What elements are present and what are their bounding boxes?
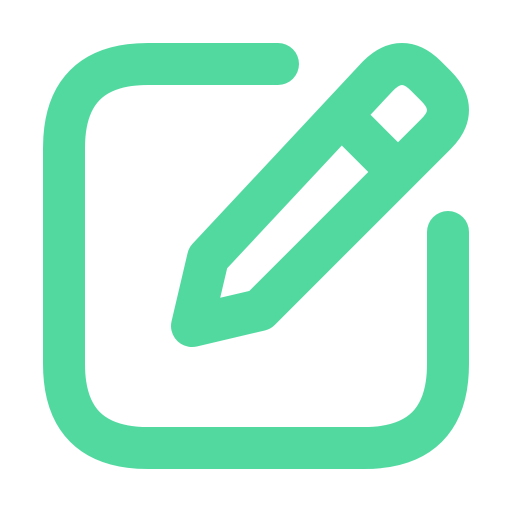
pencil-body — [171, 43, 469, 347]
edit-icon-strokes — [43, 43, 469, 469]
pencil-band — [321, 95, 415, 189]
edit-icon-canvas — [0, 0, 512, 512]
frame-outline — [43, 43, 469, 469]
edit-icon[interactable] — [0, 0, 512, 512]
